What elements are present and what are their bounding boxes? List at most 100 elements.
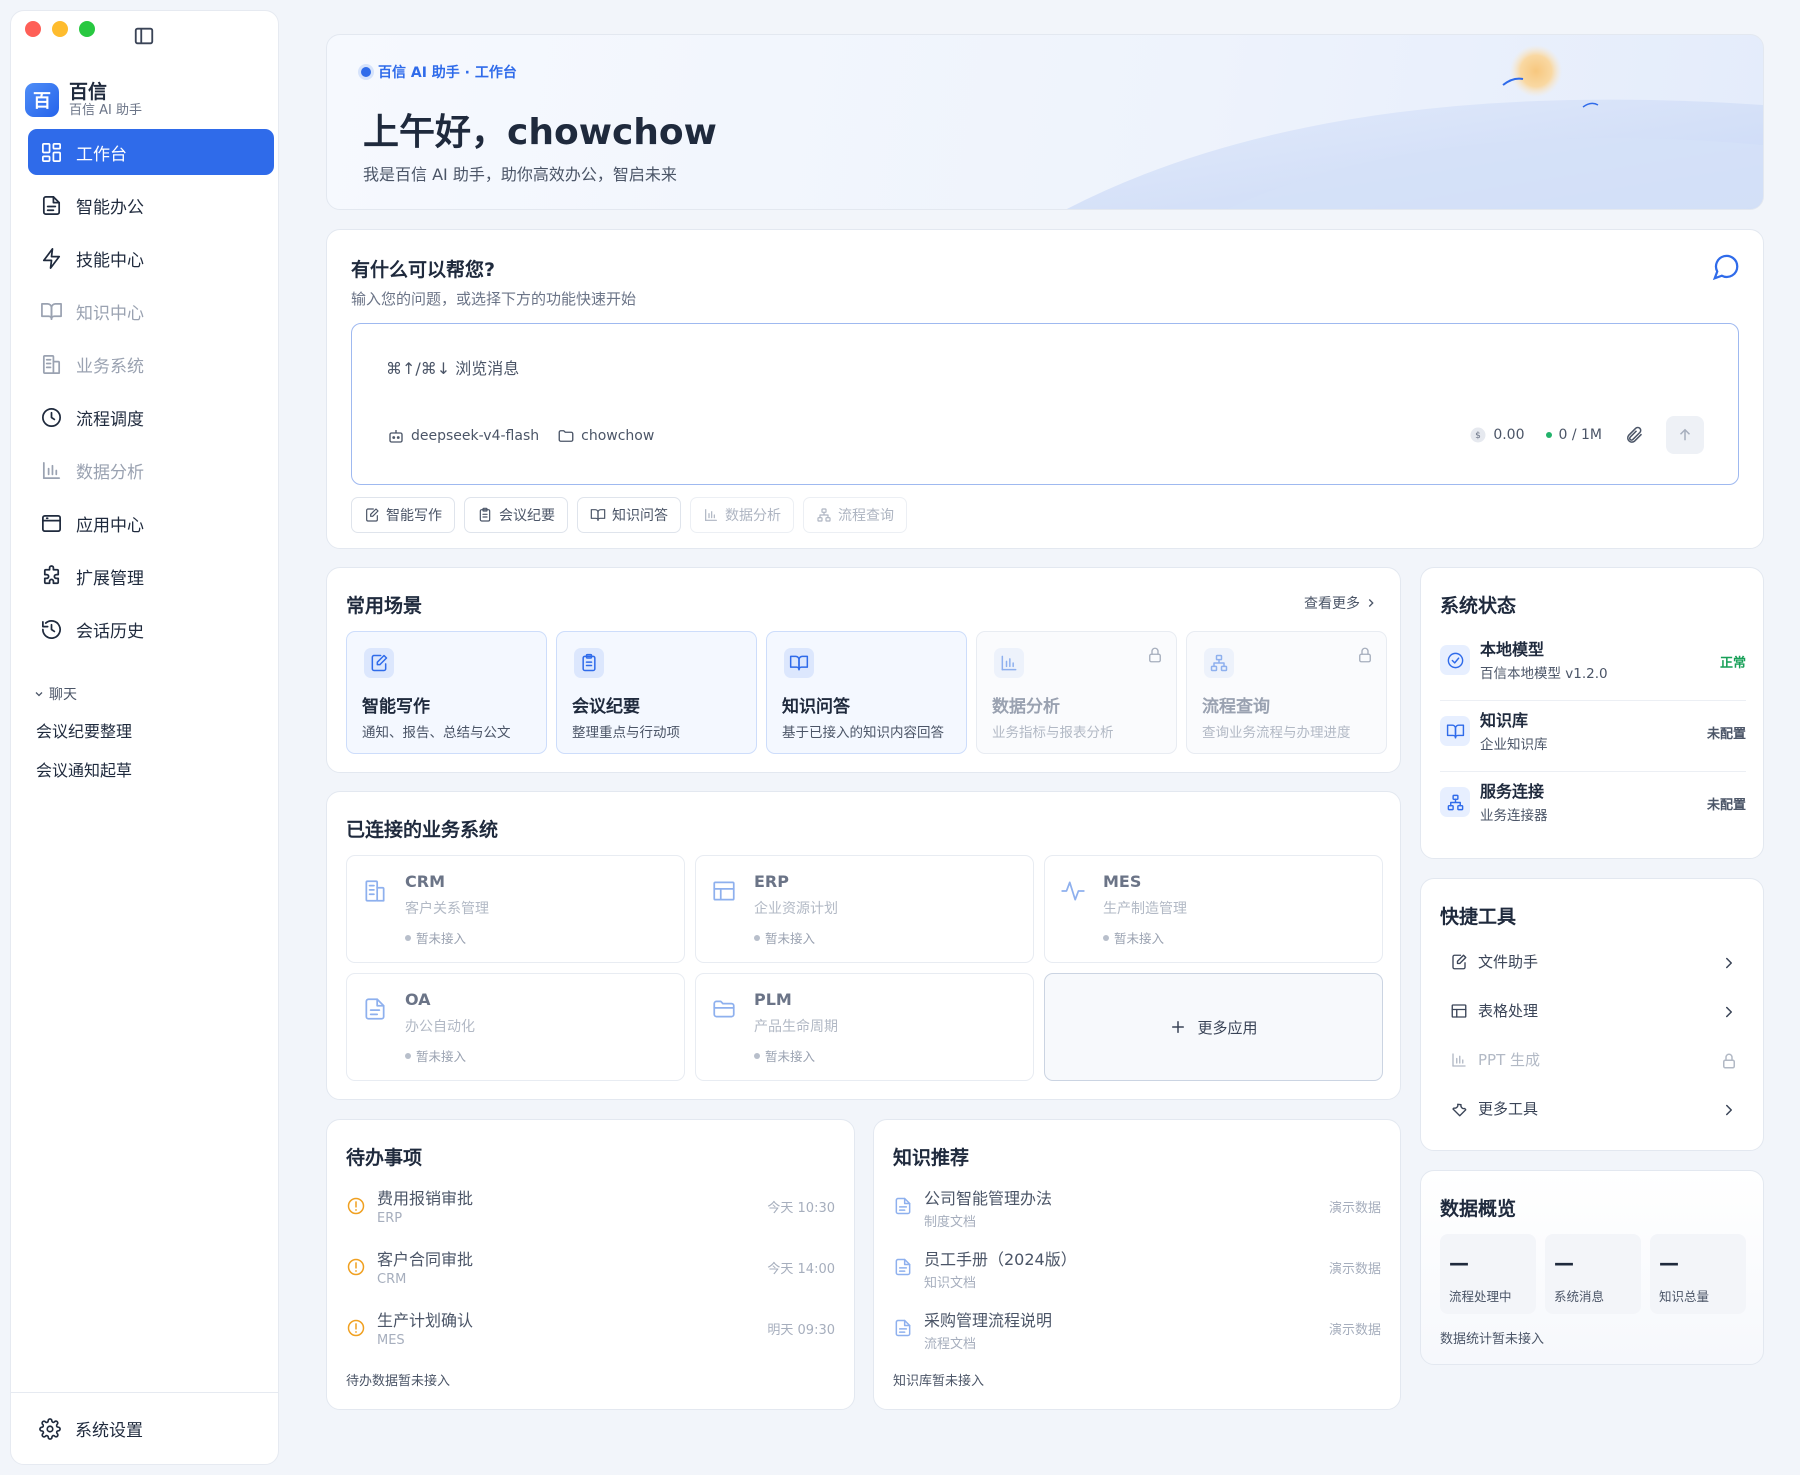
folder-selector[interactable]: chowchow	[557, 427, 654, 445]
sidebar-item-6[interactable]: 数据分析	[28, 447, 274, 493]
quick-tool-item[interactable]: PPT 生成	[1440, 1035, 1746, 1084]
status-badge: 暂未接入	[754, 928, 815, 947]
chevron-right-icon	[1368, 599, 1374, 607]
sidebar-item-3[interactable]: 知识中心	[28, 288, 274, 334]
maximize-window-button[interactable]	[79, 21, 95, 37]
biz-icon-wrap	[1060, 878, 1086, 904]
knowledge-type: 流程文档	[924, 1337, 977, 1352]
biz-icon-wrap	[362, 996, 388, 1022]
knowledge-tag: 演示数据	[1328, 1201, 1381, 1216]
settings-button[interactable]: 系统设置	[11, 1392, 278, 1464]
wrench-icon	[1452, 1103, 1467, 1116]
history-icon	[42, 619, 61, 639]
status-row: 服务连接 业务连接器 未配置	[1440, 772, 1746, 843]
quick-chip[interactable]: 会议纪要	[464, 497, 568, 533]
bar-chart-icon	[1452, 1052, 1466, 1067]
scene-card[interactable]: 数据分析 业务指标与报表分析	[976, 631, 1177, 754]
knowledge-item[interactable]: 员工手册（2024版） 知识文档 演示数据	[893, 1244, 1381, 1305]
minimize-window-button[interactable]	[52, 21, 68, 37]
quick-chip[interactable]: 知识问答	[577, 497, 681, 533]
quick-tool-item[interactable]: 表格处理	[1440, 986, 1746, 1035]
sidebar-item-8[interactable]: 扩展管理	[28, 553, 274, 599]
lightning-icon	[42, 247, 61, 269]
overview-stat: — 系统消息	[1545, 1234, 1641, 1314]
scene-desc: 查询业务流程与办理进度	[1202, 725, 1351, 741]
business-system-card[interactable]: MES 生产制造管理 暂未接入	[1044, 855, 1383, 963]
sidebar-toggle-icon[interactable]	[133, 25, 155, 47]
scene-card[interactable]: 知识问答 基于已接入的知识内容回答	[766, 631, 967, 754]
sidebar-item-2[interactable]: 技能中心	[28, 235, 274, 281]
model-selector[interactable]: deepseek-v4-flash	[387, 427, 539, 445]
biz-status-label: 暂未接入	[416, 931, 467, 946]
biz-status-label: 暂未接入	[1114, 931, 1165, 946]
edit-icon	[1452, 954, 1467, 969]
status-dot-icon	[754, 1052, 760, 1059]
status-name: 本地模型	[1480, 640, 1545, 659]
status-title: 系统状态	[1440, 595, 1517, 617]
chip-label: 流程查询	[838, 508, 894, 524]
chat-history-item[interactable]: 会议通知起草	[36, 759, 132, 798]
alert-circle-icon	[347, 1197, 365, 1215]
tool-label: 文件助手	[1478, 953, 1539, 971]
chat-bubble-icon[interactable]	[1711, 252, 1741, 282]
table-icon	[1451, 1003, 1467, 1018]
business-system-card[interactable]: PLM 产品生命周期 暂未接入	[695, 973, 1034, 1081]
sidebar-item-9[interactable]: 会话历史	[28, 606, 274, 652]
business-system-card[interactable]: CRM 客户关系管理 暂未接入	[346, 855, 685, 963]
sidebar-item-label: 智能办公	[76, 197, 144, 218]
folder-name: chowchow	[581, 428, 655, 444]
biz-icon-wrap	[362, 878, 388, 904]
todo-source: MES	[377, 1333, 405, 1348]
view-more-link[interactable]: 查看更多	[1304, 593, 1378, 613]
business-system-card[interactable]: OA 办公自动化 暂未接入	[346, 973, 685, 1081]
paperclip-icon[interactable]	[1624, 425, 1644, 445]
sidebar-item-1[interactable]: 智能办公	[28, 182, 274, 228]
chevron-right-icon	[1726, 1006, 1732, 1017]
status-row: 本地模型 百信本地模型 v1.2.0 正常	[1440, 630, 1746, 701]
todo-time: 明天 09:30	[767, 1323, 835, 1338]
scene-card[interactable]: 会议纪要 整理重点与行动项	[556, 631, 757, 754]
tools-title: 快捷工具	[1440, 906, 1517, 928]
overview-note: 数据统计暂未接入	[1440, 1332, 1545, 1347]
todo-item[interactable]: 生产计划确认 MES 明天 09:30	[346, 1305, 835, 1366]
more-apps-button[interactable]: 更多应用	[1044, 973, 1383, 1081]
quick-chip[interactable]: 数据分析	[690, 497, 794, 533]
system-status-panel: 系统状态 本地模型 百信本地模型 v1.2.0 正常 知识库 企业知识库 未配置 服务连接业…	[1420, 567, 1764, 859]
chat-section-header[interactable]: 聊天	[33, 684, 77, 704]
chevron-right-icon	[1726, 957, 1732, 968]
alert-circle-icon	[347, 1258, 365, 1276]
knowledge-item[interactable]: 采购管理流程说明 流程文档 演示数据	[893, 1305, 1381, 1366]
sidebar-item-0[interactable]: 工作台	[28, 129, 274, 175]
scene-card[interactable]: 智能写作 通知、报告、总结与公文	[346, 631, 547, 754]
knowledge-tag: 演示数据	[1328, 1262, 1381, 1277]
quick-chip[interactable]: 智能写作	[351, 497, 455, 533]
quick-chip[interactable]: 流程查询	[803, 497, 907, 533]
scene-icon-box	[1204, 648, 1234, 678]
knowledge-item[interactable]: 公司智能管理办法 制度文档 演示数据	[893, 1183, 1381, 1244]
edit-icon	[366, 508, 379, 522]
sidebar-item-5[interactable]: 流程调度	[28, 394, 274, 440]
bar-chart-icon	[705, 509, 717, 521]
sidebar-item-7[interactable]: 应用中心	[28, 500, 274, 546]
status-icon-box	[1440, 645, 1470, 675]
quick-tool-item[interactable]: 更多工具	[1440, 1084, 1746, 1133]
todo-item[interactable]: 费用报销审批 ERP 今天 10:30	[346, 1183, 835, 1244]
sidebar-item-4[interactable]: 业务系统	[28, 341, 274, 387]
doc-icon-wrap	[893, 1318, 913, 1338]
overview-title: 数据概览	[1440, 1198, 1517, 1220]
stat-label: 系统消息	[1554, 1289, 1605, 1304]
todo-source: ERP	[377, 1211, 403, 1226]
chevron-down-icon	[35, 692, 43, 697]
overview-stat: — 知识总量	[1650, 1234, 1746, 1314]
todo-title: 待办事项	[346, 1147, 423, 1169]
chat-history-item[interactable]: 会议纪要整理	[36, 720, 132, 759]
close-window-button[interactable]	[25, 21, 41, 37]
todo-item[interactable]: 客户合同审批 CRM 今天 14:00	[346, 1244, 835, 1305]
business-system-card[interactable]: ERP 企业资源计划 暂未接入	[695, 855, 1034, 963]
todo-source: CRM	[377, 1272, 407, 1287]
chat-input[interactable]	[386, 359, 1286, 378]
lock-icon-wrap	[1146, 646, 1164, 664]
quick-tool-item[interactable]: 文件助手	[1440, 937, 1746, 986]
send-button[interactable]	[1666, 416, 1704, 454]
scene-card[interactable]: 流程查询 查询业务流程与办理进度	[1186, 631, 1387, 754]
